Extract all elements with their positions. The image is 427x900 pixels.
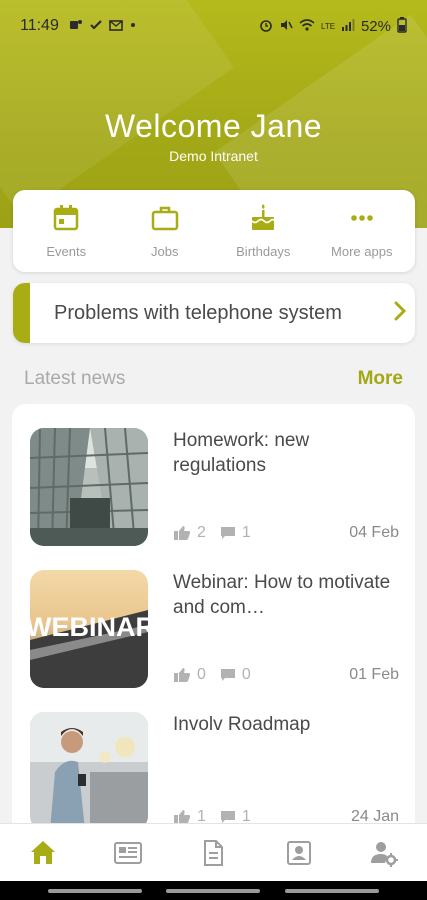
news-meta: 0 0 01 Feb	[173, 664, 399, 686]
comment-count: 1	[241, 524, 251, 541]
thumbs-up-icon	[174, 526, 190, 540]
news-title: Involv Roadmap	[173, 714, 311, 735]
news-item[interactable]: WEBINAR Webinar: How to motivate and com…	[12, 546, 415, 688]
news-item[interactable]: Homework: new regulations 2 1 04 Feb	[12, 404, 415, 546]
quick-apps-card: Events Jobs Birthdays More apps	[13, 190, 415, 272]
outlook-icon	[109, 18, 123, 35]
teams-icon	[69, 18, 83, 35]
bottom-navigation	[0, 823, 427, 881]
nav-documents[interactable]	[183, 828, 243, 878]
status-right: LTE 52%	[259, 16, 407, 36]
signal-icon	[341, 18, 355, 35]
intranet-subtitle: Demo Intranet	[169, 148, 258, 164]
status-bar: 11:49 LTE 52%	[0, 0, 427, 52]
thumbs-up-icon	[174, 668, 190, 682]
briefcase-icon	[151, 206, 178, 231]
like-group[interactable]: 0	[173, 666, 206, 684]
news-item[interactable]: Involv Roadmap 1 1 24 Jan	[12, 688, 415, 830]
nav-pill	[48, 889, 142, 893]
nav-pill	[166, 889, 260, 893]
news-meta: 2 1 04 Feb	[173, 522, 399, 544]
announcement-banner[interactable]: Problems with telephone system	[13, 283, 415, 343]
nav-contacts[interactable]	[269, 828, 329, 878]
app-label: Birthdays	[236, 244, 291, 259]
news-date: 04 Feb	[349, 524, 399, 541]
system-gesture-bar	[0, 881, 427, 900]
nav-user-settings[interactable]	[354, 828, 414, 878]
contact-card-icon	[286, 840, 311, 865]
wifi-icon	[299, 18, 315, 35]
document-icon	[204, 839, 224, 866]
volte-icon: LTE	[321, 18, 335, 35]
man-with-phone-photo	[30, 712, 148, 830]
nav-news[interactable]	[98, 828, 158, 878]
mute-icon	[279, 18, 293, 35]
news-date: 01 Feb	[349, 666, 399, 683]
webinar-photo: WEBINAR	[30, 570, 148, 688]
latest-news-title: Latest news	[24, 368, 126, 389]
comment-count: 0	[241, 666, 251, 683]
news-title: Webinar: How to motivate and com…	[173, 572, 391, 618]
app-label: Events	[46, 244, 87, 259]
nav-pill	[285, 889, 379, 893]
more-news-link[interactable]: More	[358, 368, 403, 390]
nav-home[interactable]	[13, 828, 73, 878]
comment-icon	[220, 527, 235, 539]
calendar-icon	[54, 205, 79, 231]
app-events[interactable]: Events	[21, 203, 111, 259]
app-label: Jobs	[151, 244, 179, 259]
comment-group[interactable]: 1	[220, 524, 251, 542]
app-birthdays[interactable]: Birthdays	[218, 203, 308, 259]
cake-icon	[251, 204, 276, 230]
comment-group[interactable]: 0	[220, 666, 251, 684]
welcome-title: Welcome Jane	[104, 108, 323, 144]
like-count: 2	[197, 524, 206, 541]
banner-text: Problems with telephone system	[54, 301, 342, 324]
check-icon	[89, 18, 103, 35]
battery-percent: 52%	[360, 17, 391, 35]
more-dots-icon	[350, 215, 373, 221]
news-title: Homework: new regulations	[173, 430, 310, 476]
user-settings-icon	[371, 841, 399, 867]
battery-icon	[397, 16, 407, 36]
alarm-icon	[259, 18, 273, 35]
chevron-right-icon	[385, 301, 415, 326]
like-count: 0	[197, 666, 206, 683]
app-more-apps[interactable]: More apps	[317, 203, 407, 259]
webinar-image-text: WEBINAR	[30, 612, 148, 642]
app-label: More apps	[331, 244, 393, 259]
dot-icon	[129, 18, 137, 35]
comment-icon	[220, 669, 235, 681]
news-icon	[114, 841, 143, 864]
banner-accent	[13, 283, 30, 343]
like-group[interactable]: 2	[173, 524, 206, 542]
app-jobs[interactable]: Jobs	[120, 203, 210, 259]
status-time: 11:49	[20, 17, 59, 34]
glass-building-photo	[30, 428, 148, 546]
svg-text:LTE: LTE	[321, 22, 335, 31]
home-icon	[30, 840, 55, 864]
